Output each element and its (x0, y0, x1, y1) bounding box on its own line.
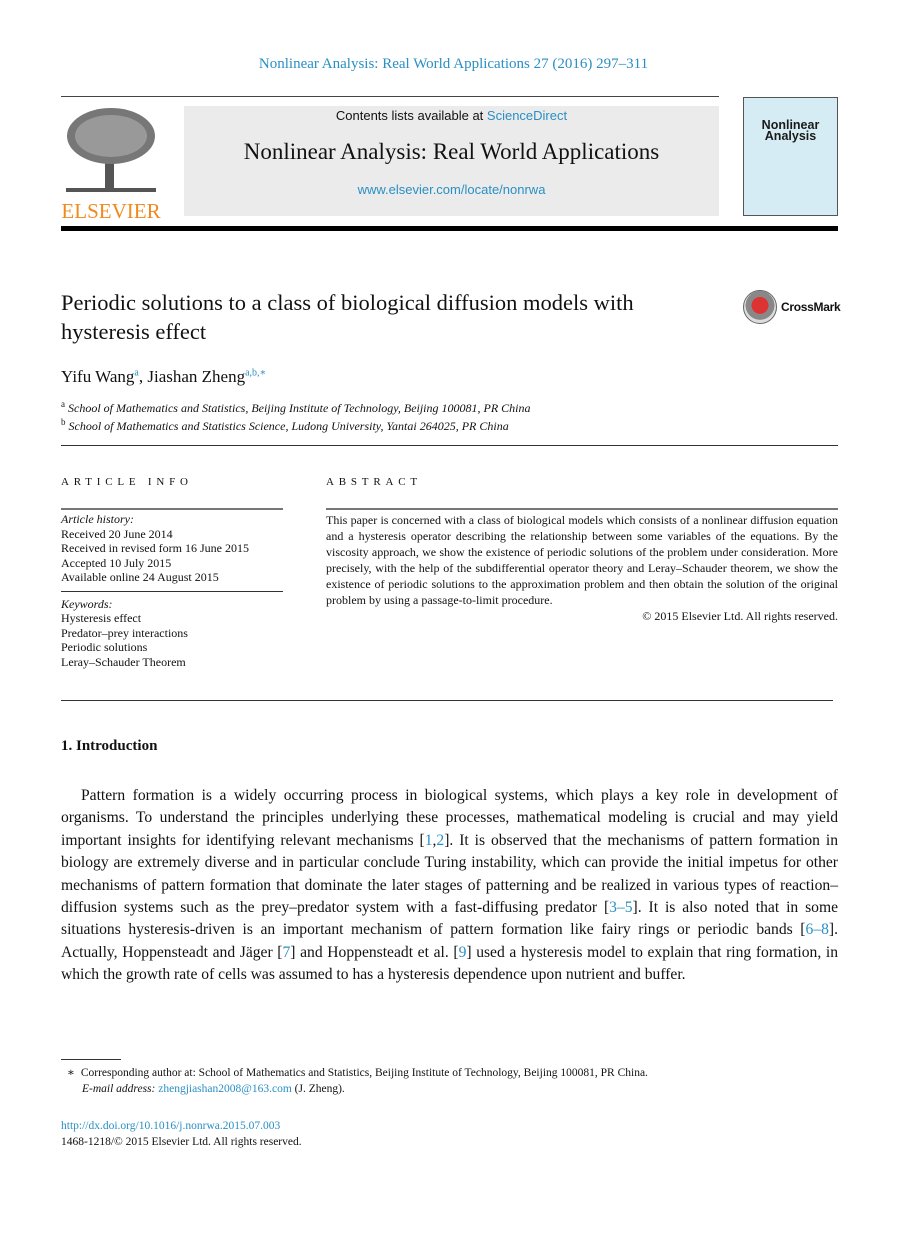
keyword: Periodic solutions (61, 640, 148, 654)
abstract-copyright: © 2015 Elsevier Ltd. All rights reserved… (642, 609, 838, 623)
author-affiliation-link[interactable]: a (134, 367, 138, 378)
email-label: E-mail address: (82, 1083, 156, 1095)
divider (326, 508, 838, 510)
cover-title: Nonlinear Analysis (761, 118, 820, 143)
journal-title: Nonlinear Analysis: Real World Applicati… (243, 139, 660, 164)
doi-block: http://dx.doi.org/10.1016/j.nonrwa.2015.… (61, 1118, 302, 1150)
affiliation: b School of Mathematics and Statistics Sc… (61, 417, 509, 434)
journal-url-link[interactable]: www.elsevier.com/locate/nonrwa (184, 182, 719, 197)
abstract: This paper is concerned with a class of … (326, 512, 838, 624)
doi-link[interactable]: http://dx.doi.org/10.1016/j.nonrwa.2015.… (61, 1120, 280, 1132)
footnote-rule (61, 1059, 121, 1060)
keyword: Leray–Schauder Theorem (61, 654, 186, 669)
crossmark-button[interactable]: CrossMark (743, 290, 841, 324)
abstract-heading: ABSTRACT (326, 476, 422, 488)
history-label: Article history: (61, 512, 134, 526)
affiliation-mark: b (61, 417, 66, 427)
author-list: Yifu Wanga, Jiashan Zhenga,b,∗ (61, 367, 267, 386)
article-info-heading: ARTICLE INFO (61, 476, 193, 488)
journal-citation[interactable]: Nonlinear Analysis: Real World Applicati… (0, 56, 907, 73)
abstract-text: This paper is concerned with a class of … (326, 513, 838, 607)
divider (61, 96, 719, 97)
keyword: Predator–prey interactions (61, 625, 188, 640)
footnote: ∗ Corresponding author at: School of Math… (61, 1065, 838, 1097)
affiliation-text: School of Mathematics and Statistics Sci… (68, 419, 509, 433)
email-link[interactable]: zhengjiashan2008@163.com (158, 1083, 292, 1095)
intro-paragraph: Pattern formation is a widely occurring … (61, 785, 838, 987)
journal-cover: Nonlinear Analysis (743, 97, 838, 216)
history-item: Accepted 10 July 2015 (61, 555, 172, 570)
reference-link[interactable]: 6–8 (806, 921, 829, 938)
divider (61, 508, 283, 510)
citation-link[interactable]: Nonlinear Analysis: Real World Applicati… (259, 56, 648, 72)
crossmark-icon (743, 290, 777, 324)
affiliation-mark: a (61, 399, 65, 409)
keyword: Hysteresis effect (61, 611, 142, 625)
article-info: Article history: Received 20 June 2014 R… (61, 512, 283, 669)
contents-label: Contents lists available at (335, 108, 487, 123)
issn-copyright: 1468-1218/© 2015 Elsevier Ltd. All right… (61, 1136, 302, 1148)
reference-link[interactable]: 3–5 (609, 899, 632, 916)
keywords-label: Keywords: (61, 596, 113, 611)
email-suffix: (J. Zheng). (291, 1083, 345, 1095)
header-rule (61, 226, 838, 231)
text: ] and Hoppensteadt et al. [ (290, 943, 459, 961)
reference-link[interactable]: 1 (425, 832, 433, 849)
history-item: Received in revised form 16 June 2015 (61, 541, 249, 555)
divider (61, 590, 283, 592)
history-item: Available online 24 August 2015 (61, 570, 219, 584)
tree-icon (66, 108, 156, 192)
divider (61, 700, 833, 701)
author-name: Yifu Wang (61, 367, 135, 386)
author-affiliation-link[interactable]: a,b,∗ (245, 367, 266, 378)
sciencedirect-link[interactable]: ScienceDirect (487, 108, 567, 123)
journal-banner: Contents lists available at ScienceDirec… (184, 106, 719, 216)
corresponding-author: Corresponding author at: School of Mathe… (80, 1067, 648, 1079)
divider (61, 445, 838, 446)
elsevier-logo: ELSEVIER (61, 106, 161, 223)
affiliation: a School of Mathematics and Statistics, B… (61, 399, 531, 416)
section-heading: 1. Introduction (61, 738, 158, 754)
affiliation-text: School of Mathematics and Statistics, Be… (68, 401, 531, 415)
elsevier-wordmark: ELSEVIER (61, 199, 161, 223)
article-title: Periodic solutions to a class of biologi… (61, 290, 634, 344)
author-name: Jiashan Zheng (147, 367, 246, 386)
crossmark-label: CrossMark (781, 300, 841, 314)
footnote-mark: ∗ (67, 1067, 75, 1079)
history-item: Received 20 June 2014 (61, 526, 173, 541)
